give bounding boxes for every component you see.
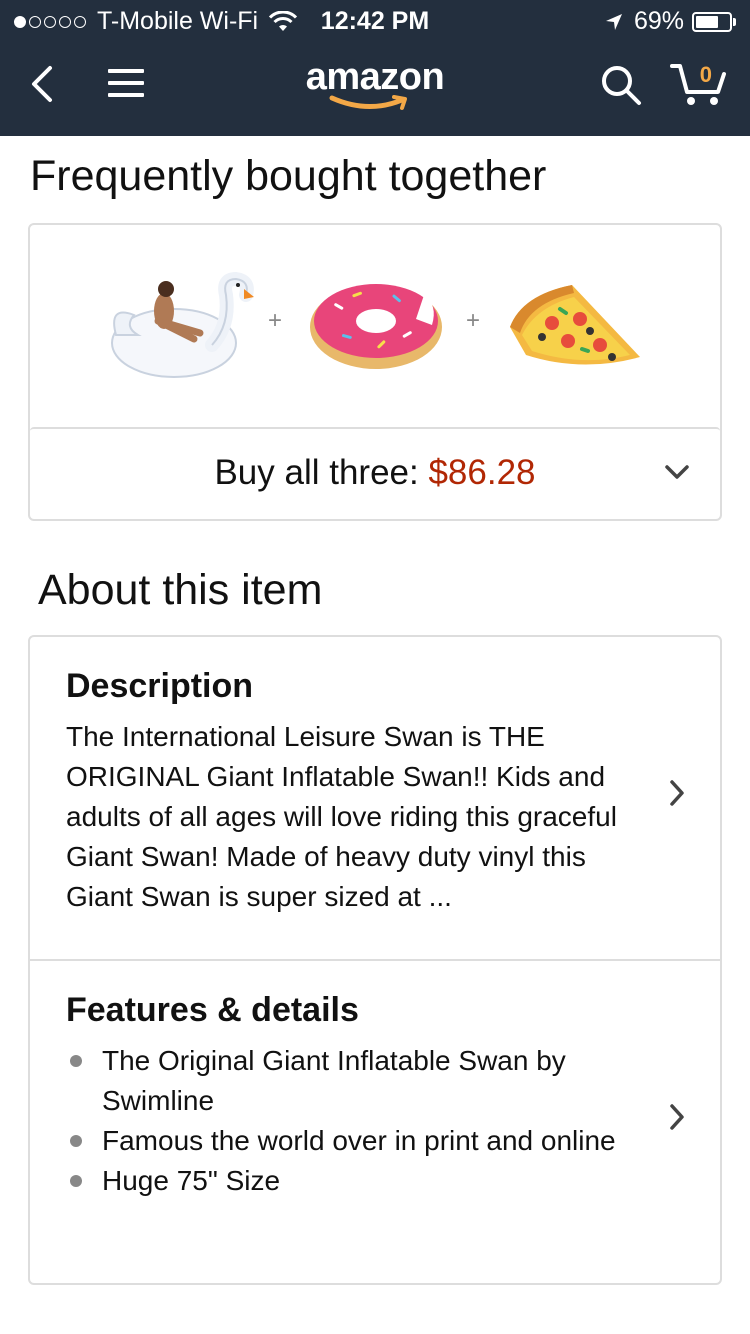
- cart-count: 0: [699, 62, 712, 87]
- bullet-icon: [70, 1135, 82, 1147]
- feature-text: The Original Giant Inflatable Swan by Sw…: [102, 1045, 566, 1116]
- description-title: Description: [66, 667, 254, 705]
- app-header: T-Mobile Wi-Fi 12:42 PM 69% amazon 0: [0, 0, 750, 136]
- feature-text: Huge 75" Size: [102, 1165, 281, 1196]
- features-title: Features & details: [66, 991, 359, 1029]
- feature-item: The Original Giant Inflatable Swan by Sw…: [66, 1041, 626, 1121]
- nav-bar: amazon 0: [0, 40, 750, 136]
- feature-item: Huge 75" Size: [66, 1161, 626, 1201]
- pizza-float-image[interactable]: [502, 275, 647, 375]
- status-right: 69%: [604, 7, 736, 36]
- location-arrow-icon: [605, 13, 622, 30]
- logo-text: amazon: [305, 56, 445, 98]
- battery-body: [692, 11, 732, 32]
- frequently-bought-card: + + Buy all three: $86.28: [28, 223, 722, 521]
- status-bar: T-Mobile Wi-Fi 12:42 PM 69%: [0, 0, 750, 40]
- bullet-icon: [70, 1175, 82, 1187]
- about-item-title: About this item: [38, 566, 323, 614]
- donut-float-image[interactable]: [306, 275, 446, 375]
- frequently-bought-title: Frequently bought together: [30, 152, 547, 200]
- search-icon[interactable]: [600, 64, 642, 106]
- battery-tip: [733, 17, 736, 26]
- bullet-icon: [70, 1055, 82, 1067]
- feature-text: Famous the world over in print and onlin…: [102, 1125, 616, 1156]
- product-images-row: + +: [30, 225, 720, 425]
- chevron-right-icon[interactable]: [668, 779, 686, 807]
- features-section[interactable]: Features & details The Original Giant In…: [30, 961, 720, 1283]
- battery-icon: [692, 11, 736, 32]
- plus-sign: +: [466, 307, 481, 334]
- battery-percent: 69%: [633, 7, 684, 35]
- chevron-right-icon[interactable]: [668, 1103, 686, 1131]
- buy-all-three-row[interactable]: Buy all three: $86.28: [30, 427, 720, 519]
- amazon-smile-icon: [329, 95, 407, 110]
- plus-sign: +: [268, 307, 283, 334]
- bundle-price: $86.28: [428, 453, 536, 492]
- swan-float-image[interactable]: [104, 265, 254, 385]
- feature-item: Famous the world over in print and onlin…: [66, 1121, 626, 1161]
- chevron-down-icon[interactable]: [664, 463, 690, 481]
- buy-all-text: Buy all three: $86.28: [30, 453, 720, 493]
- description-text: The International Leisure Swan is THE OR…: [66, 721, 617, 912]
- battery-fill: [696, 15, 719, 28]
- features-list: The Original Giant Inflatable Swan by Sw…: [66, 1041, 626, 1201]
- about-item-card: Description The International Leisure Sw…: [28, 635, 722, 1285]
- description-section[interactable]: Description The International Leisure Sw…: [30, 637, 720, 961]
- buy-label: Buy all three:: [214, 453, 419, 492]
